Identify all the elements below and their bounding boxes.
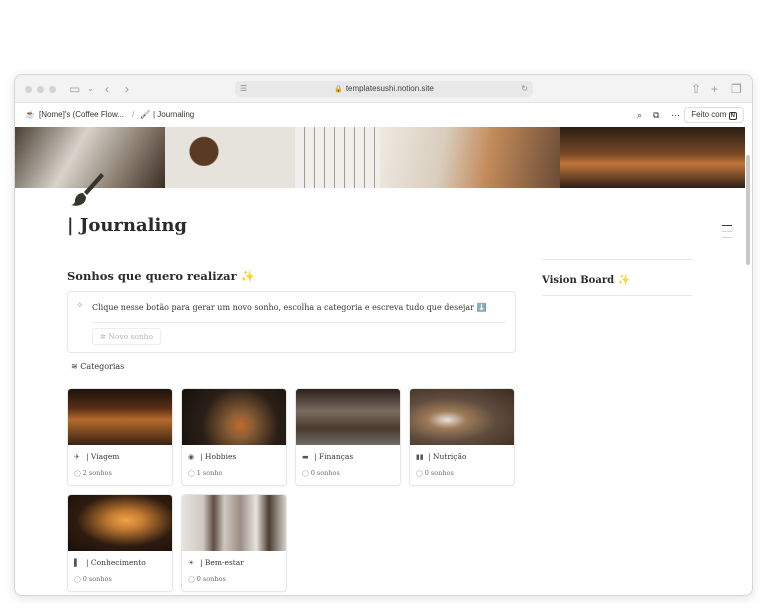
made-with-notion-button[interactable]: Feito com N: [684, 107, 744, 123]
table-of-contents-indicator[interactable]: [722, 225, 732, 243]
cover-espresso-photo: [560, 127, 745, 188]
lock-icon: 🔒: [334, 86, 343, 93]
ai-sparkle-icon: ✧: [76, 300, 84, 310]
close-window-dot[interactable]: [25, 86, 32, 93]
callout-divider: [92, 322, 506, 323]
card-title: ◉ | Hobbies: [188, 452, 237, 461]
share-icon[interactable]: ⇧: [691, 81, 701, 97]
cover-calendar-photo: [295, 127, 380, 188]
sparkles-icon: ✨: [617, 275, 631, 286]
categories-view-tab[interactable]: ≋ Categorias: [71, 361, 124, 373]
breadcrumb-parent[interactable]: [Nome]'s (Coffee Flow...: [39, 109, 124, 121]
toc-line: [722, 237, 732, 238]
back-arrow-icon[interactable]: ‹: [105, 81, 109, 97]
url-text: templatesushi.notion.site: [345, 84, 434, 93]
breadcrumb-current[interactable]: | Journaling: [153, 109, 194, 121]
card-count: ◯ 0 sonhos: [188, 575, 226, 583]
book-icon: ▌: [74, 559, 80, 567]
new-tab-icon[interactable]: +: [711, 81, 718, 97]
page-scrollbar[interactable]: [746, 155, 750, 265]
new-dream-button[interactable]: ✲ Novo sonho: [92, 328, 162, 345]
category-card-conhecimento[interactable]: ▌ | Conhecimento ◯ 0 sonhos: [67, 494, 173, 592]
card-count: ◯ 0 sonhos: [416, 469, 454, 477]
new-dream-callout: ✧ Clique nesse botão para gerar um novo …: [67, 291, 516, 353]
category-card-nutricao[interactable]: ▮▮ | Nutrição ◯ 0 sonhos: [409, 388, 515, 486]
coffee-icon: ☕: [25, 110, 35, 119]
cover-coffee-photo: [165, 127, 295, 188]
card-cover-image: [182, 495, 286, 551]
browser-titlebar: ▭ ⌄ ‹ › ☰ 🔒 templatesushi.notion.site ↻ ⇧…: [15, 75, 752, 103]
speech-bubble-icon: ◯: [188, 470, 195, 477]
zoom-window-dot[interactable]: [49, 86, 56, 93]
breadcrumb-separator: /: [132, 110, 135, 119]
brush-icon: 🖌: [140, 110, 151, 119]
category-card-hobbies[interactable]: ◉ | Hobbies ◯ 1 sonho: [181, 388, 287, 486]
chevron-down-icon[interactable]: ⌄: [87, 81, 94, 97]
card-title: ▌ | Conhecimento: [74, 558, 146, 567]
speech-bubble-icon: ◯: [74, 576, 81, 583]
card-cover-image: [296, 389, 400, 445]
minimize-window-dot[interactable]: [37, 86, 44, 93]
duplicate-icon[interactable]: ⧉: [653, 108, 659, 122]
tab-overview-icon[interactable]: ❐: [731, 81, 742, 97]
speech-bubble-icon: ◯: [74, 470, 81, 477]
card-title: ✈ | Viagem: [74, 452, 120, 461]
airplane-icon: ✈: [74, 453, 80, 461]
card-title: ▬ | Finanças: [302, 452, 354, 461]
palette-icon: ◉: [188, 453, 195, 461]
speech-bubble-icon: ◯: [416, 470, 423, 477]
card-cover-image: [410, 389, 514, 445]
address-bar[interactable]: ☰ 🔒 templatesushi.notion.site ↻: [235, 81, 533, 97]
dreams-heading: Sonhos que quero realizar ✨: [67, 269, 255, 283]
card-cover-image: [68, 495, 172, 551]
speech-bubble-icon: ◯: [188, 576, 195, 583]
gear-icon: ✲: [100, 333, 106, 341]
card-cover-image: [182, 389, 286, 445]
card-count: ◯ 1 sonho: [188, 469, 223, 477]
stack-icon: ≋: [71, 362, 78, 371]
search-icon[interactable]: ⌕: [637, 108, 642, 122]
wallet-icon: ▬: [302, 453, 309, 461]
sidebar-toggle-icon[interactable]: ▭: [69, 81, 80, 97]
cover-book-photo: [380, 127, 560, 188]
category-card-financas[interactable]: ▬ | Finanças ◯ 0 sonhos: [295, 388, 401, 486]
forward-arrow-icon[interactable]: ›: [125, 81, 129, 97]
card-title: ☀ | Bem-estar: [188, 558, 244, 567]
cover-image[interactable]: [15, 127, 745, 188]
notion-logo-icon: N: [728, 112, 737, 120]
toc-line-active: [722, 225, 732, 226]
paintbrush-icon[interactable]: [67, 169, 107, 209]
page-title: | Journaling: [67, 215, 188, 236]
sun-icon: ☀: [188, 559, 195, 567]
card-cover-image: [68, 389, 172, 445]
vision-board-divider-top: [542, 259, 692, 260]
category-card-viagem[interactable]: ✈ | Viagem ◯ 2 sonhos: [67, 388, 173, 486]
card-count: ◯ 0 sonhos: [74, 575, 112, 583]
category-card-bem-estar[interactable]: ☀ | Bem-estar ◯ 0 sonhos: [181, 494, 287, 592]
card-title: ▮▮ | Nutrição: [416, 452, 467, 461]
vision-board-divider-bottom: [542, 295, 692, 296]
browser-window: ▭ ⌄ ‹ › ☰ 🔒 templatesushi.notion.site ↻ ⇧…: [14, 74, 753, 596]
notion-topbar: ☕ [Nome]'s (Coffee Flow... / 🖌 | Journal…: [15, 103, 752, 127]
card-count: ◯ 0 sonhos: [302, 469, 340, 477]
down-arrow-icon: ⬇️: [476, 303, 487, 312]
speech-bubble-icon: ◯: [302, 470, 309, 477]
reload-icon[interactable]: ↻: [521, 81, 528, 97]
vision-board-heading: Vision Board ✨: [542, 275, 631, 286]
toc-line: [722, 231, 732, 232]
bottles-icon: ▮▮: [416, 453, 424, 461]
card-count: ◯ 2 sonhos: [74, 469, 112, 477]
callout-text: Clique nesse botão para gerar um novo so…: [92, 303, 487, 312]
sparkles-icon: ✨: [240, 269, 255, 283]
page-settings-icon[interactable]: ☰: [240, 81, 247, 97]
more-options-icon[interactable]: ···: [671, 108, 680, 122]
